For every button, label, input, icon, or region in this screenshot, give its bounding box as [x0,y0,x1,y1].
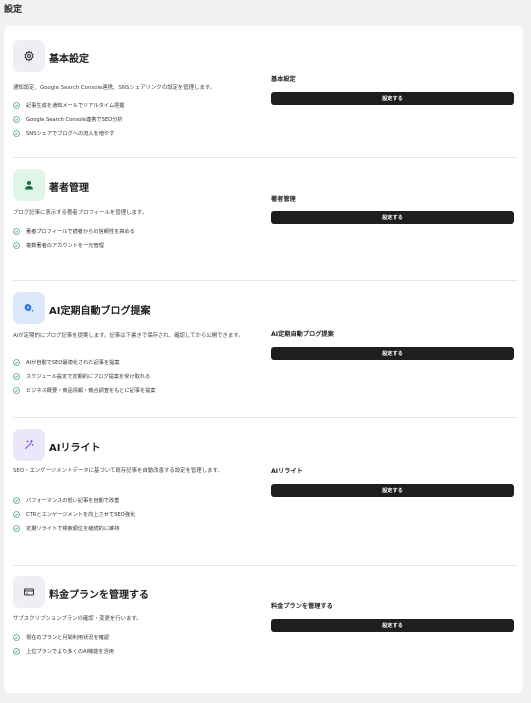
feature-list: 著者プロフィールで読者からの信頼性を高める 複数著者のアカウントを一元管理 [13,224,268,252]
feature-item: AIが自動でSEO最適化された記事を提案 [13,355,268,369]
check-circle-icon [13,372,20,380]
user-icon [13,169,45,201]
check-circle-icon [13,227,20,235]
feature-text: 定期リライトで検索順位を継続的に維持 [26,525,120,532]
check-circle-icon [13,129,20,137]
feature-text: CTRとエンゲージメントを向上させてSEO強化 [26,511,136,518]
section-divider [13,417,518,418]
gear-sparkle-icon [13,292,45,324]
check-circle-icon [13,647,20,655]
feature-item: 定期リライトで検索順位を継続的に維持 [13,521,268,535]
section-description: SEO・エンゲージメントデータに基づいて既存記事を自動改善する設定を管理します。 [13,468,223,474]
settings-card: 基本設定 通知設定、Google Search Console連携、SNSシェア… [4,26,523,693]
setup-button-basic-settings[interactable]: 設定する [271,92,514,105]
setup-button-author-management[interactable]: 設定する [271,211,514,224]
section-description: AIが定期的にブログ記事を提案します。記事は下書きで保存され、確認してから公開で… [13,333,244,339]
gear-icon [13,40,45,72]
check-circle-icon [13,241,20,249]
section-description: サブスクリプションプランの確認・変更を行います。 [13,616,142,622]
check-circle-icon [13,101,20,109]
section-description: ブログ記事に表示する著者プロフィールを管理します。 [13,210,148,216]
feature-list: 現在のプランと月間利用状況を確認 上位プランでより多くのAI機能を活用 [13,630,268,658]
feature-item: CTRとエンゲージメントを向上させてSEO強化 [13,507,268,521]
feature-text: パフォーマンスの低い記事を自動で改善 [26,497,120,504]
feature-text: ビジネス概要・商品情報・競合調査をもとに記事を提案 [26,387,156,394]
feature-item: パフォーマンスの低い記事を自動で改善 [13,493,268,507]
feature-item: スケジュール設定で定期的にブログ提案を受け取れる [13,369,268,383]
feature-text: 複数著者のアカウントを一元管理 [26,242,104,249]
feature-text: 記事生成を通知メールでリアルタイム把握 [26,102,125,109]
feature-text: 著者プロフィールで読者からの信頼性を高める [26,228,135,235]
feature-list: パフォーマンスの低い記事を自動で改善 CTRとエンゲージメントを向上させてSEO… [13,493,268,535]
magic-wand-icon [13,429,45,461]
setup-button-billing-plan[interactable]: 設定する [271,619,514,632]
feature-text: SNSシェアでブログへの流入を増やす [26,130,115,137]
feature-item: Google Search Console連携でSEO分析 [13,112,268,126]
feature-item: 複数著者のアカウントを一元管理 [13,238,268,252]
feature-item: 上位プランでより多くのAI機能を活用 [13,644,268,658]
feature-item: SNSシェアでブログへの流入を増やす [13,126,268,140]
feature-list: 記事生成を通知メールでリアルタイム把握 Google Search Consol… [13,98,268,140]
feature-item: 著者プロフィールで読者からの信頼性を高める [13,224,268,238]
check-circle-icon [13,510,20,518]
section-right-label: AI定期自動ブログ提案 [271,331,334,338]
section-title: 著者管理 [49,183,89,194]
setup-button-ai-rewrite[interactable]: 設定する [271,484,514,497]
check-circle-icon [13,358,20,366]
section-right-label: 料金プランを管理する [271,603,333,610]
check-circle-icon [13,115,20,123]
check-circle-icon [13,524,20,532]
setup-button-ai-scheduled-blog[interactable]: 設定する [271,347,514,360]
feature-item: ビジネス概要・商品情報・競合調査をもとに記事を提案 [13,383,268,397]
feature-item: 現在のプランと月間利用状況を確認 [13,630,268,644]
section-right-label: 著者管理 [271,196,296,203]
check-circle-icon [13,386,20,394]
section-description: 通知設定、Google Search Console連携、SNSシェアリンクの設… [13,85,216,91]
credit-card-icon [13,576,45,608]
feature-text: AIが自動でSEO最適化された記事を提案 [26,359,120,366]
feature-item: 記事生成を通知メールでリアルタイム把握 [13,98,268,112]
check-circle-icon [13,496,20,504]
feature-text: 現在のプランと月間利用状況を確認 [26,634,110,641]
section-right-label: AIリライト [271,468,303,475]
feature-text: スケジュール設定で定期的にブログ提案を受け取れる [26,373,151,380]
section-title: 基本設定 [49,54,89,65]
section-divider [13,157,518,158]
check-circle-icon [13,633,20,641]
feature-text: Google Search Console連携でSEO分析 [26,116,123,123]
feature-text: 上位プランでより多くのAI機能を活用 [26,648,114,655]
section-title: AI定期自動ブログ提案 [49,306,151,317]
section-title: 料金プランを管理する [49,590,149,601]
section-title: AIリライト [49,443,101,454]
page-title: 設定 [4,5,23,15]
feature-list: AIが自動でSEO最適化された記事を提案 スケジュール設定で定期的にブログ提案を… [13,355,268,397]
section-right-label: 基本設定 [271,76,296,83]
section-divider [13,280,518,281]
section-divider [13,565,518,566]
